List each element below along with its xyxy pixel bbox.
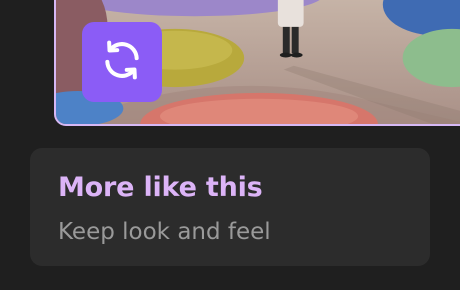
option-title: More like this — [58, 172, 263, 203]
remix-button[interactable] — [82, 22, 162, 102]
more-like-this-option[interactable]: More like this Keep look and feel — [30, 148, 430, 266]
refresh-icon — [100, 38, 144, 86]
option-subtitle: Keep look and feel — [58, 219, 271, 245]
